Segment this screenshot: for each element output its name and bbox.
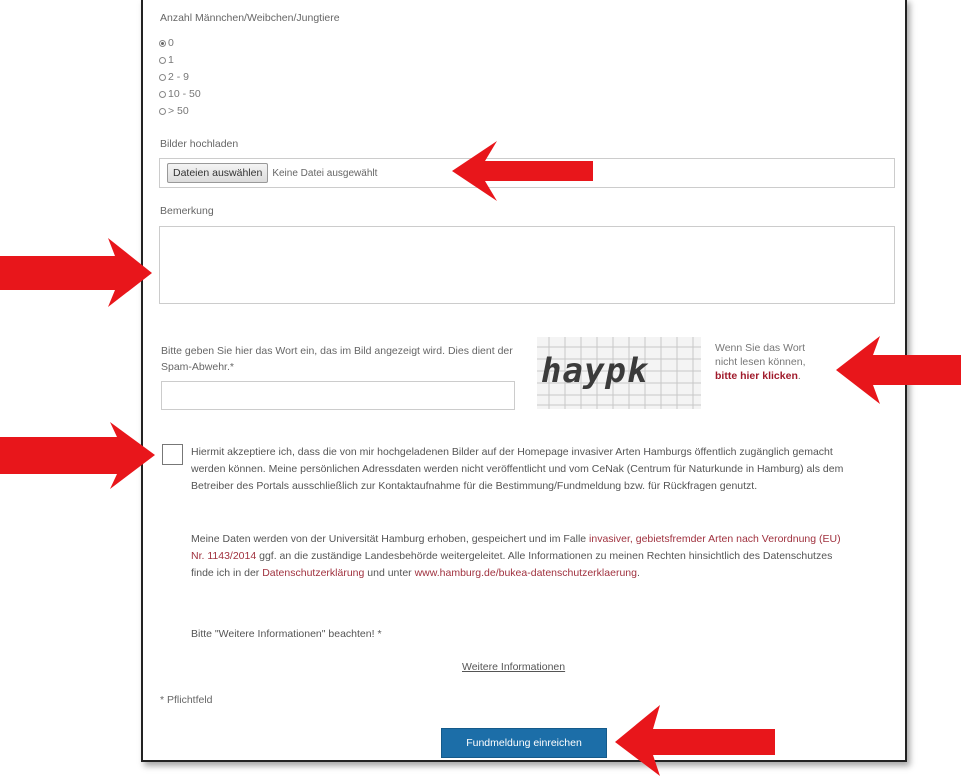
arrow-left-icon — [615, 705, 775, 776]
annotation-arrows — [0, 141, 961, 776]
arrow-right-icon — [0, 422, 155, 489]
arrow-left-icon — [836, 336, 961, 404]
arrow-right-icon — [0, 238, 152, 307]
arrow-left-icon — [452, 141, 593, 201]
